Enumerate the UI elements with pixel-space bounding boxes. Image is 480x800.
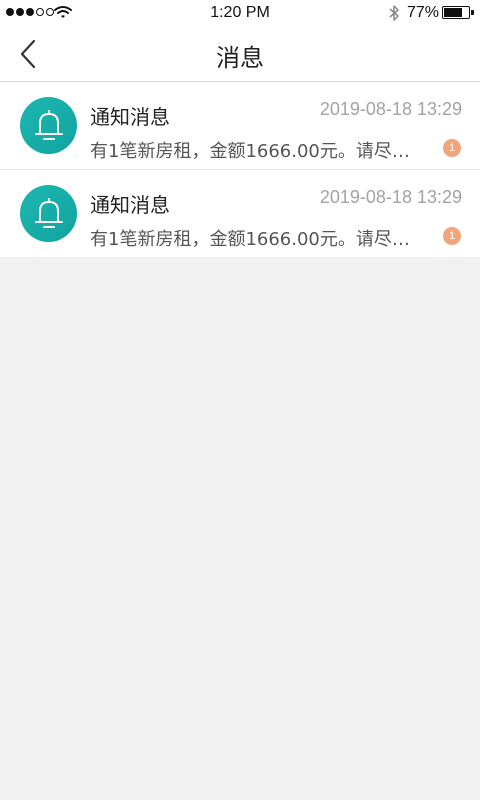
status-bar: 1:20 PM 77% bbox=[0, 0, 480, 26]
battery-percent: 77% bbox=[407, 4, 440, 21]
message-title: 通知消息 bbox=[90, 105, 170, 129]
page-title: 消息 bbox=[216, 44, 264, 72]
message-title: 通知消息 bbox=[90, 193, 170, 217]
message-list: 通知消息 2019-08-18 13:29 有1笔新房租，金额1666.00元。… bbox=[0, 82, 480, 257]
unread-badge: 1 bbox=[443, 227, 461, 245]
message-avatar bbox=[20, 185, 77, 242]
message-time: 2019-08-18 13:29 bbox=[319, 187, 462, 207]
battery-fill bbox=[444, 8, 462, 17]
nav-bar: 消息 bbox=[0, 26, 480, 82]
battery-icon bbox=[442, 6, 474, 19]
bell-icon bbox=[34, 197, 63, 228]
battery-cap bbox=[471, 10, 474, 15]
unread-badge: 1 bbox=[443, 139, 461, 157]
message-preview: 有1笔新房租，金额1666.00元。请尽… bbox=[90, 229, 410, 250]
bell-icon bbox=[34, 109, 63, 140]
bluetooth-icon bbox=[388, 4, 400, 27]
message-item[interactable]: 通知消息 2019-08-18 13:29 有1笔新房租，金额1666.00元。… bbox=[0, 82, 480, 170]
message-item[interactable]: 通知消息 2019-08-18 13:29 有1笔新房租，金额1666.00元。… bbox=[0, 170, 480, 257]
message-time: 2019-08-18 13:29 bbox=[319, 99, 462, 119]
message-avatar bbox=[20, 97, 77, 154]
message-preview: 有1笔新房租，金额1666.00元。请尽… bbox=[90, 141, 410, 162]
